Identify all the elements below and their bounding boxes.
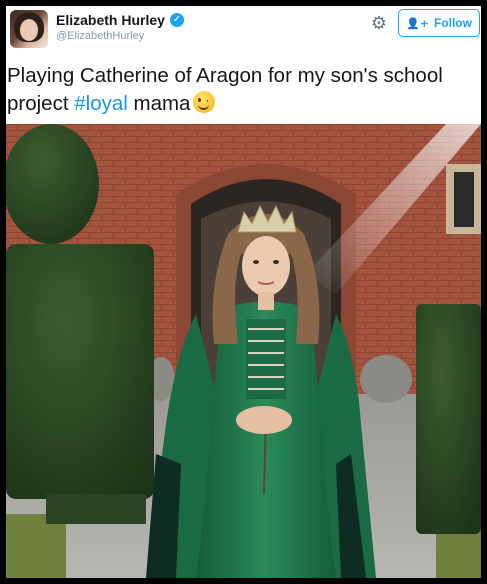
follow-label: Follow xyxy=(433,16,472,30)
gear-icon[interactable]: ⚙ xyxy=(368,13,390,35)
photo-illustration xyxy=(6,124,481,578)
add-user-icon: 👤+ xyxy=(406,16,429,30)
round-stone-right xyxy=(360,355,412,403)
bodice xyxy=(246,319,286,399)
tweet-text-tail: mama xyxy=(127,92,191,115)
winking-face-emoji xyxy=(193,91,216,113)
tweet-text-body: Playing Catherine of Aragon for my son's… xyxy=(7,64,443,115)
clasped-hands xyxy=(236,406,292,434)
tweet-header: Elizabeth Hurley ✓ @ElizabethHurley ⚙ 👤+… xyxy=(6,6,481,58)
verified-badge-icon: ✓ xyxy=(169,13,184,27)
face xyxy=(242,236,290,296)
tweet-text: Playing Catherine of Aragon for my son's… xyxy=(7,62,477,118)
display-name[interactable]: Elizabeth Hurley xyxy=(56,12,165,28)
hedge-right xyxy=(416,304,481,534)
tweet-card: Elizabeth Hurley ✓ @ElizabethHurley ⚙ 👤+… xyxy=(6,6,481,578)
hedge-left xyxy=(6,244,154,499)
topiary-ball xyxy=(6,124,99,244)
user-handle[interactable]: @ElizabethHurley xyxy=(56,30,144,42)
profile-avatar[interactable] xyxy=(10,10,48,48)
name-row: Elizabeth Hurley ✓ xyxy=(56,11,184,29)
hashtag-link[interactable]: #loyal xyxy=(74,92,128,115)
tweet-photo[interactable] xyxy=(6,124,481,578)
follow-button[interactable]: 👤+ Follow xyxy=(398,9,480,37)
avatar-face xyxy=(20,19,38,41)
